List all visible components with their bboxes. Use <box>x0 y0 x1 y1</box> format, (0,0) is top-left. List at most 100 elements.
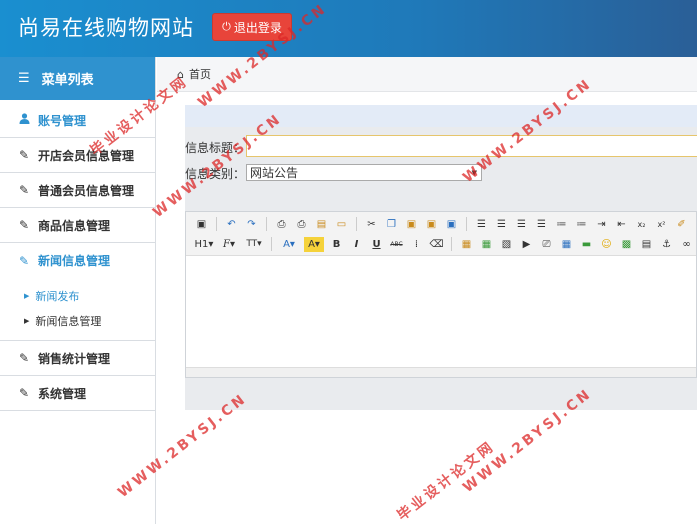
sidebar-item-regular-members[interactable]: ✎ 普通会员信息管理 <box>0 173 155 208</box>
watermark: 毕业设计论文网 <box>394 438 499 524</box>
superscript-icon[interactable]: x² <box>654 217 669 232</box>
title-input[interactable] <box>246 135 697 157</box>
bold-label: B <box>332 238 341 250</box>
edit-icon: ✎ <box>18 253 30 268</box>
sidebar-subitem-news-manage[interactable]: ▶ 新闻信息管理 <box>0 308 155 333</box>
hilitecolor-button[interactable]: A ▾ <box>304 236 324 252</box>
align-left-icon[interactable]: ☰ <box>474 217 489 232</box>
toolbar-row-1: ▣ ↶ ↷ ⎙ ⎙ ▤ ▭ ✂ ❐ ▣ ▣ ▣ ☰ ☰ ☰ ☰ ≔ ≔ ⇥ ⇤ … <box>194 215 689 233</box>
toolbar-separator <box>356 217 357 231</box>
indent-icon[interactable]: ⇥ <box>594 217 609 232</box>
edit-icon: ✎ <box>18 183 30 197</box>
sidebar-item-sales-stats[interactable]: ✎ 销售统计管理 <box>0 341 155 376</box>
sidebar-item-account[interactable]: 账号管理 <box>0 103 155 138</box>
top-header: 尚易在线购物网站 ⏻ 退出登录 <box>0 0 697 57</box>
strike-label: ABC <box>390 240 403 248</box>
print-icon[interactable]: ⎙ <box>294 217 309 232</box>
paste-word-icon[interactable]: ▣ <box>444 217 459 232</box>
caret-right-icon: ▶ <box>24 316 30 325</box>
source-icon[interactable]: ▣ <box>194 217 209 232</box>
sidebar-item-shop-members[interactable]: ✎ 开店会员信息管理 <box>0 138 155 173</box>
redo-icon[interactable]: ↷ <box>244 217 259 232</box>
remove-format-icon[interactable]: ⌫ <box>429 237 444 252</box>
cut-icon[interactable]: ✂ <box>364 217 379 232</box>
hilitecolor-label: A <box>308 238 315 250</box>
font-size-dropdown[interactable]: TT ▾ <box>244 237 264 252</box>
sidebar-item-label: 新闻信息管理 <box>38 254 111 268</box>
clear-format-icon[interactable]: ✐ <box>674 217 689 232</box>
flash-icon[interactable]: ▧ <box>499 237 514 252</box>
template-icon[interactable]: ▤ <box>314 217 329 232</box>
sidebar-item-system[interactable]: ✎ 系统管理 <box>0 376 155 411</box>
multi-image-icon[interactable]: ▦ <box>479 237 494 252</box>
caret-right-icon: ▶ <box>24 291 30 300</box>
sidebar-item-label: 系统管理 <box>38 386 87 401</box>
type-select[interactable]: 网站公告 ▼ <box>246 164 482 181</box>
logout-button[interactable]: ⏻ 退出登录 <box>212 13 292 41</box>
align-center-icon[interactable]: ☰ <box>494 217 509 232</box>
forecolor-button[interactable]: A ▾ <box>279 237 299 252</box>
sidebar-item-label: 账号管理 <box>38 113 87 128</box>
paste-icon[interactable]: ▣ <box>404 217 419 232</box>
italic-label: I <box>354 238 359 250</box>
align-right-icon[interactable]: ☰ <box>514 217 529 232</box>
sidebar-item-label: 商品信息管理 <box>38 218 111 233</box>
sidebar: ☰ 菜单列表 账号管理 ✎ 开店会员信息管理 ✎ 普通会员信息管理 ✎ 商品信息… <box>0 57 156 524</box>
undo-icon[interactable]: ↶ <box>224 217 239 232</box>
sidebar-item-news[interactable]: ✎ 新闻信息管理 <box>0 243 155 278</box>
sidebar-item-label: 普通会员信息管理 <box>38 183 135 198</box>
font-family-dropdown[interactable]: F ▾ <box>219 237 239 252</box>
paste-text-icon[interactable]: ▣ <box>424 217 439 232</box>
italic-button[interactable]: I <box>349 237 364 252</box>
toolbar-separator <box>451 237 452 251</box>
ordered-list-icon[interactable]: ≔ <box>554 217 569 232</box>
editor-content-area[interactable] <box>186 257 696 367</box>
edit-icon: ✎ <box>18 351 30 365</box>
justify-icon[interactable]: ☰ <box>534 217 549 232</box>
table-icon[interactable]: ▦ <box>559 237 574 252</box>
emoticon-icon[interactable]: ☺ <box>599 237 614 252</box>
unordered-list-icon[interactable]: ≔ <box>574 217 589 232</box>
attachment-icon[interactable]: ⎚ <box>539 237 554 252</box>
sidebar-subitem-label: 新闻信息管理 <box>35 314 102 328</box>
map-icon[interactable]: ▩ <box>619 237 634 252</box>
size-label: TT <box>246 239 258 249</box>
editor-toolbar: ▣ ↶ ↷ ⎙ ⎙ ▤ ▭ ✂ ❐ ▣ ▣ ▣ ☰ ☰ ☰ ☰ ≔ ≔ ⇥ ⇤ … <box>186 212 696 256</box>
forecolor-label: A <box>283 238 290 250</box>
anchor-icon[interactable]: ⚓ <box>659 237 674 252</box>
edit-icon: ✎ <box>18 386 30 400</box>
bold-button[interactable]: B <box>329 237 344 252</box>
underline-button[interactable]: U <box>369 237 384 252</box>
hr-icon[interactable]: ▬ <box>579 237 594 252</box>
title-label: 信息标题： <box>185 141 246 155</box>
user-icon <box>18 113 30 127</box>
news-form-panel: 信息标题： 信息类别： 网站公告 ▼ ▣ ↶ ↷ ⎙ ⎙ ▤ ▭ ✂ ❐ ▣ ▣… <box>185 105 697 410</box>
sidebar-item-label: 销售统计管理 <box>38 351 111 366</box>
underline-label: U <box>372 238 381 250</box>
sidebar-item-label: 开店会员信息管理 <box>38 148 135 163</box>
rich-text-editor: ▣ ↶ ↷ ⎙ ⎙ ▤ ▭ ✂ ❐ ▣ ▣ ▣ ☰ ☰ ☰ ☰ ≔ ≔ ⇥ ⇤ … <box>185 211 697 378</box>
breadcrumb-home[interactable]: 首页 <box>189 66 211 82</box>
logout-label: 退出登录 <box>233 20 282 35</box>
home-icon: ⌂ <box>177 67 184 81</box>
strike-button[interactable]: ABC <box>389 237 404 252</box>
copy-icon[interactable]: ❐ <box>384 217 399 232</box>
toolbar-separator <box>266 217 267 231</box>
type-select-value: 网站公告 <box>250 166 299 180</box>
heading-dropdown[interactable]: H1 ▾ <box>194 237 214 252</box>
pagebreak-icon[interactable]: ▤ <box>639 237 654 252</box>
editor-resize-bar[interactable] <box>186 367 696 377</box>
preview-icon[interactable]: ⎙ <box>274 217 289 232</box>
link-icon[interactable]: ∞ <box>679 237 694 252</box>
line-height-icon[interactable]: ⁞ <box>409 237 424 252</box>
sidebar-subitem-news-publish[interactable]: ▶ 新闻发布 <box>0 283 155 308</box>
font-label: F <box>223 238 230 250</box>
outdent-icon[interactable]: ⇤ <box>614 217 629 232</box>
code-icon[interactable]: ▭ <box>334 217 349 232</box>
sidebar-item-products[interactable]: ✎ 商品信息管理 <box>0 208 155 243</box>
image-icon[interactable]: ▦ <box>459 237 474 252</box>
toolbar-separator <box>466 217 467 231</box>
subscript-icon[interactable]: x₂ <box>634 217 649 232</box>
media-icon[interactable]: ▶ <box>519 237 534 252</box>
power-icon: ⏻ <box>222 20 231 33</box>
